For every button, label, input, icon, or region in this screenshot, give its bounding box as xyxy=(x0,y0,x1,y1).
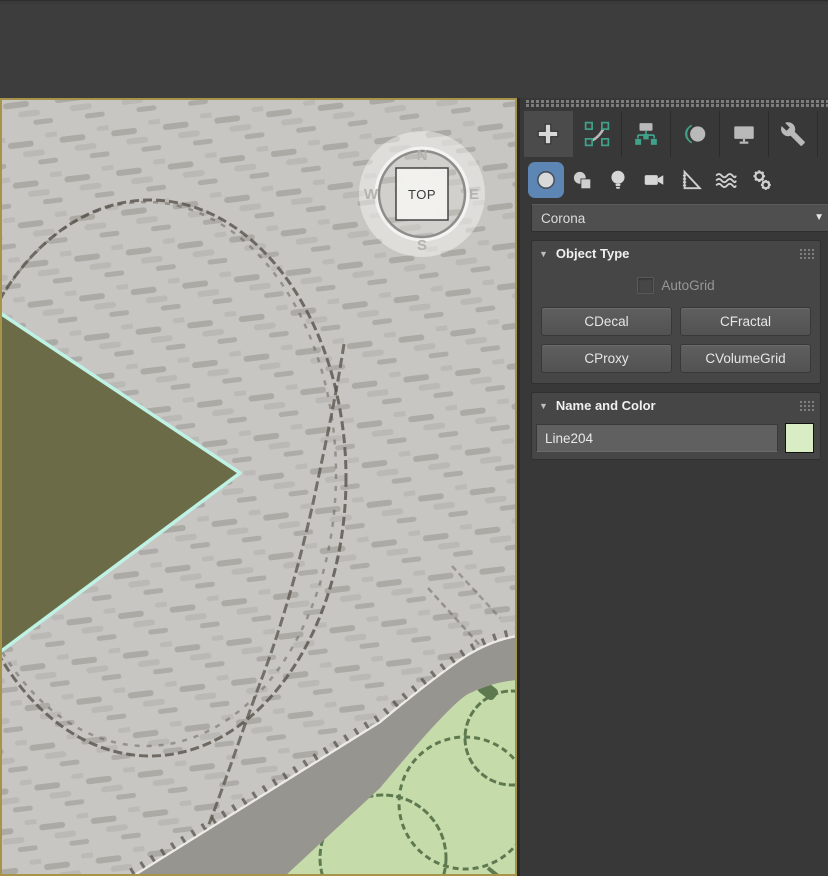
rollout-drag-dots-icon[interactable] xyxy=(799,400,814,411)
rollout-name-and-color-title: Name and Color xyxy=(555,398,656,413)
category-cameras[interactable] xyxy=(636,160,672,200)
cfractal-button[interactable]: CFractal xyxy=(680,307,811,336)
autogrid-checkbox[interactable] xyxy=(637,276,655,294)
autogrid-label: AutoGrid xyxy=(661,277,715,293)
object-name-input[interactable] xyxy=(536,424,778,452)
category-systems[interactable] xyxy=(744,160,780,200)
tab-create[interactable] xyxy=(524,111,573,157)
name-and-color-row xyxy=(532,418,820,453)
sphere-icon xyxy=(537,171,555,189)
viewport-canvas: TOP N E S W xyxy=(0,98,517,876)
category-space-warps[interactable] xyxy=(708,160,744,200)
create-category-row xyxy=(528,158,780,202)
plus-icon xyxy=(537,123,559,145)
cdecal-button[interactable]: CDecal xyxy=(541,307,672,336)
panel-grip-handle[interactable] xyxy=(526,100,828,109)
tab-modify[interactable] xyxy=(573,111,622,157)
viewcube-face-label: TOP xyxy=(408,187,436,202)
chevron-down-icon: ▼ xyxy=(814,212,824,223)
category-geometry[interactable] xyxy=(528,162,564,198)
rollout-object-type: ▼ Object Type AutoGrid CDecal CFractal C… xyxy=(531,240,821,384)
object-type-buttons: CDecal CFractal CProxy CVolumeGrid xyxy=(532,298,820,373)
command-panel: Corona ▼ ▼ Object Type AutoGrid CDecal C… xyxy=(517,98,828,876)
category-helpers[interactable] xyxy=(672,160,708,200)
category-shapes[interactable] xyxy=(564,160,600,200)
set-square-icon xyxy=(682,169,702,190)
autogrid-row: AutoGrid xyxy=(532,272,820,298)
category-dropdown-value: Corona xyxy=(541,210,586,226)
rollout-object-type-header[interactable]: ▼ Object Type xyxy=(532,241,820,266)
tab-motion[interactable] xyxy=(671,111,720,157)
compass-west-label[interactable]: W xyxy=(364,186,379,203)
rollout-object-type-title: Object Type xyxy=(555,246,630,261)
category-lights[interactable] xyxy=(600,160,636,200)
hierarchy-icon xyxy=(635,123,657,145)
category-dropdown[interactable]: Corona ▼ xyxy=(531,204,828,232)
modify-icon xyxy=(584,121,610,147)
viewcube[interactable]: TOP N E S W xyxy=(359,131,485,257)
tab-hierarchy[interactable] xyxy=(622,111,671,157)
rollout-name-and-color-header[interactable]: ▼ Name and Color xyxy=(532,393,820,418)
caret-down-icon: ▼ xyxy=(539,248,548,259)
bulb-icon xyxy=(611,170,625,189)
viewport-top-view[interactable]: TOP N E S W xyxy=(0,98,517,876)
rollout-drag-dots-icon[interactable] xyxy=(799,248,814,259)
rollout-name-and-color: ▼ Name and Color xyxy=(531,392,821,460)
compass-east-label[interactable]: E xyxy=(469,186,479,203)
waves-icon xyxy=(715,173,737,189)
object-color-swatch[interactable] xyxy=(784,423,814,453)
wrench-icon xyxy=(781,122,805,146)
display-icon xyxy=(734,126,754,144)
motion-icon xyxy=(685,124,706,144)
compass-north-label[interactable]: N xyxy=(417,147,428,164)
shapes-icon xyxy=(573,171,592,190)
caret-down-icon: ▼ xyxy=(539,400,548,411)
main-toolbar xyxy=(0,0,828,99)
command-panel-tabs xyxy=(524,111,818,157)
camera-icon xyxy=(644,175,664,185)
cproxy-button[interactable]: CProxy xyxy=(541,344,672,373)
tab-display[interactable] xyxy=(720,111,769,157)
cvolumegrid-button[interactable]: CVolumeGrid xyxy=(680,344,811,373)
gears-icon xyxy=(753,170,771,190)
compass-south-label[interactable]: S xyxy=(417,237,427,254)
tab-utilities[interactable] xyxy=(769,111,818,157)
